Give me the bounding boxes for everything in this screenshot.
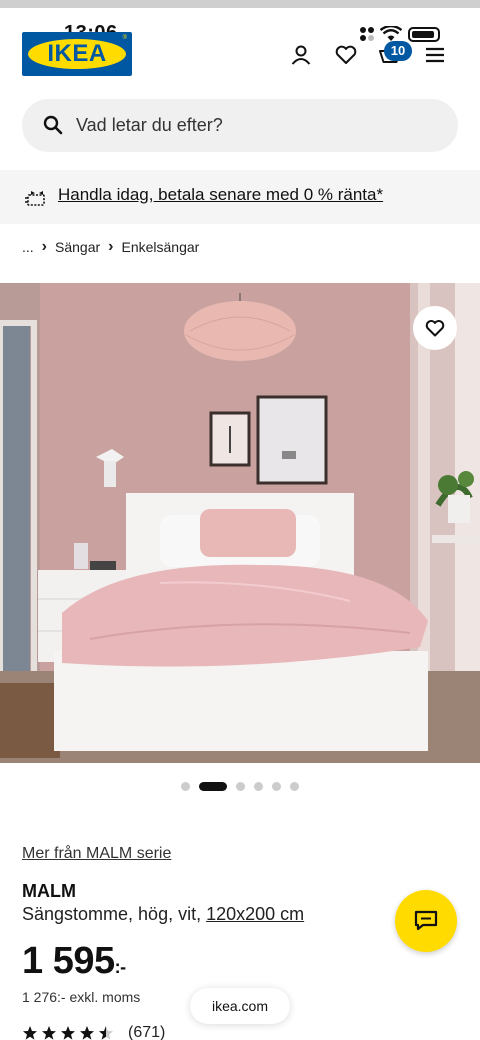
breadcrumb-ellipsis[interactable]: ... xyxy=(22,239,34,255)
gallery-dot[interactable] xyxy=(272,781,281,791)
product-rating[interactable]: (671) xyxy=(22,1024,165,1040)
promo-link[interactable]: Handla idag, betala senare med 0 % ränta… xyxy=(58,185,383,205)
half-star-icon xyxy=(99,1026,113,1040)
cart-count-badge: 10 xyxy=(384,41,412,61)
price-value: 1 595 xyxy=(22,940,115,982)
star-icon xyxy=(42,1026,56,1040)
top-edge xyxy=(0,0,480,8)
chevron-right-icon: › xyxy=(108,238,114,255)
chat-icon xyxy=(414,910,438,931)
review-count[interactable]: (671) xyxy=(128,1024,165,1040)
promo-banner[interactable]: Handla idag, betala senare med 0 % ränta… xyxy=(0,170,480,224)
price-ex-vat: 1 276:- exkl. moms xyxy=(22,989,141,1005)
chat-button[interactable] xyxy=(395,890,457,952)
product-description: Sängstomme, hög, vit, 120x200 cm xyxy=(22,904,304,925)
series-link[interactable]: Mer från MALM serie xyxy=(22,845,171,863)
signal-icon xyxy=(360,27,374,41)
price-suffix: :- xyxy=(114,957,127,977)
promo-icon xyxy=(25,191,45,206)
product-price: 1 595:- xyxy=(22,940,126,983)
gallery-dot[interactable] xyxy=(181,781,190,791)
gallery-dot[interactable] xyxy=(236,781,245,791)
breadcrumb-enkelsangar[interactable]: Enkelsängar xyxy=(121,239,199,255)
chevron-right-icon: › xyxy=(41,238,47,255)
gallery-dot-active[interactable] xyxy=(199,781,227,791)
header: 13:06 IKEA ® 10 xyxy=(0,8,480,92)
product-type: Sängstomme, hög, vit, xyxy=(22,904,202,924)
bedroom-photo xyxy=(0,283,480,763)
search-bar[interactable] xyxy=(22,99,458,152)
heart-icon xyxy=(425,320,445,337)
browser-url-pill[interactable]: ikea.com xyxy=(190,988,290,1024)
ikea-logo[interactable]: IKEA ® xyxy=(22,32,132,76)
star-icon xyxy=(23,1026,37,1040)
battery-icon xyxy=(408,26,440,42)
size-link[interactable]: 120x200 cm xyxy=(206,904,304,924)
add-to-favourites-button[interactable] xyxy=(413,306,457,350)
gallery-dot[interactable] xyxy=(290,781,299,791)
menu-icon[interactable] xyxy=(422,42,448,68)
product-name: MALM xyxy=(22,881,76,901)
breadcrumb: ... › Sängar › Enkelsängar xyxy=(22,238,199,256)
search-input[interactable] xyxy=(76,99,436,152)
logo-text: IKEA xyxy=(47,40,107,67)
star-icon xyxy=(80,1026,94,1040)
product-image[interactable] xyxy=(0,283,480,763)
gallery-dot[interactable] xyxy=(254,781,263,791)
wifi-icon xyxy=(380,26,402,41)
rating-stars xyxy=(22,1025,114,1040)
heart-icon[interactable] xyxy=(333,42,359,68)
breadcrumb-sangar[interactable]: Sängar xyxy=(55,239,100,255)
gallery-pagination xyxy=(0,781,480,791)
star-icon xyxy=(61,1026,75,1040)
user-icon[interactable] xyxy=(288,42,314,68)
search-icon xyxy=(43,115,63,135)
